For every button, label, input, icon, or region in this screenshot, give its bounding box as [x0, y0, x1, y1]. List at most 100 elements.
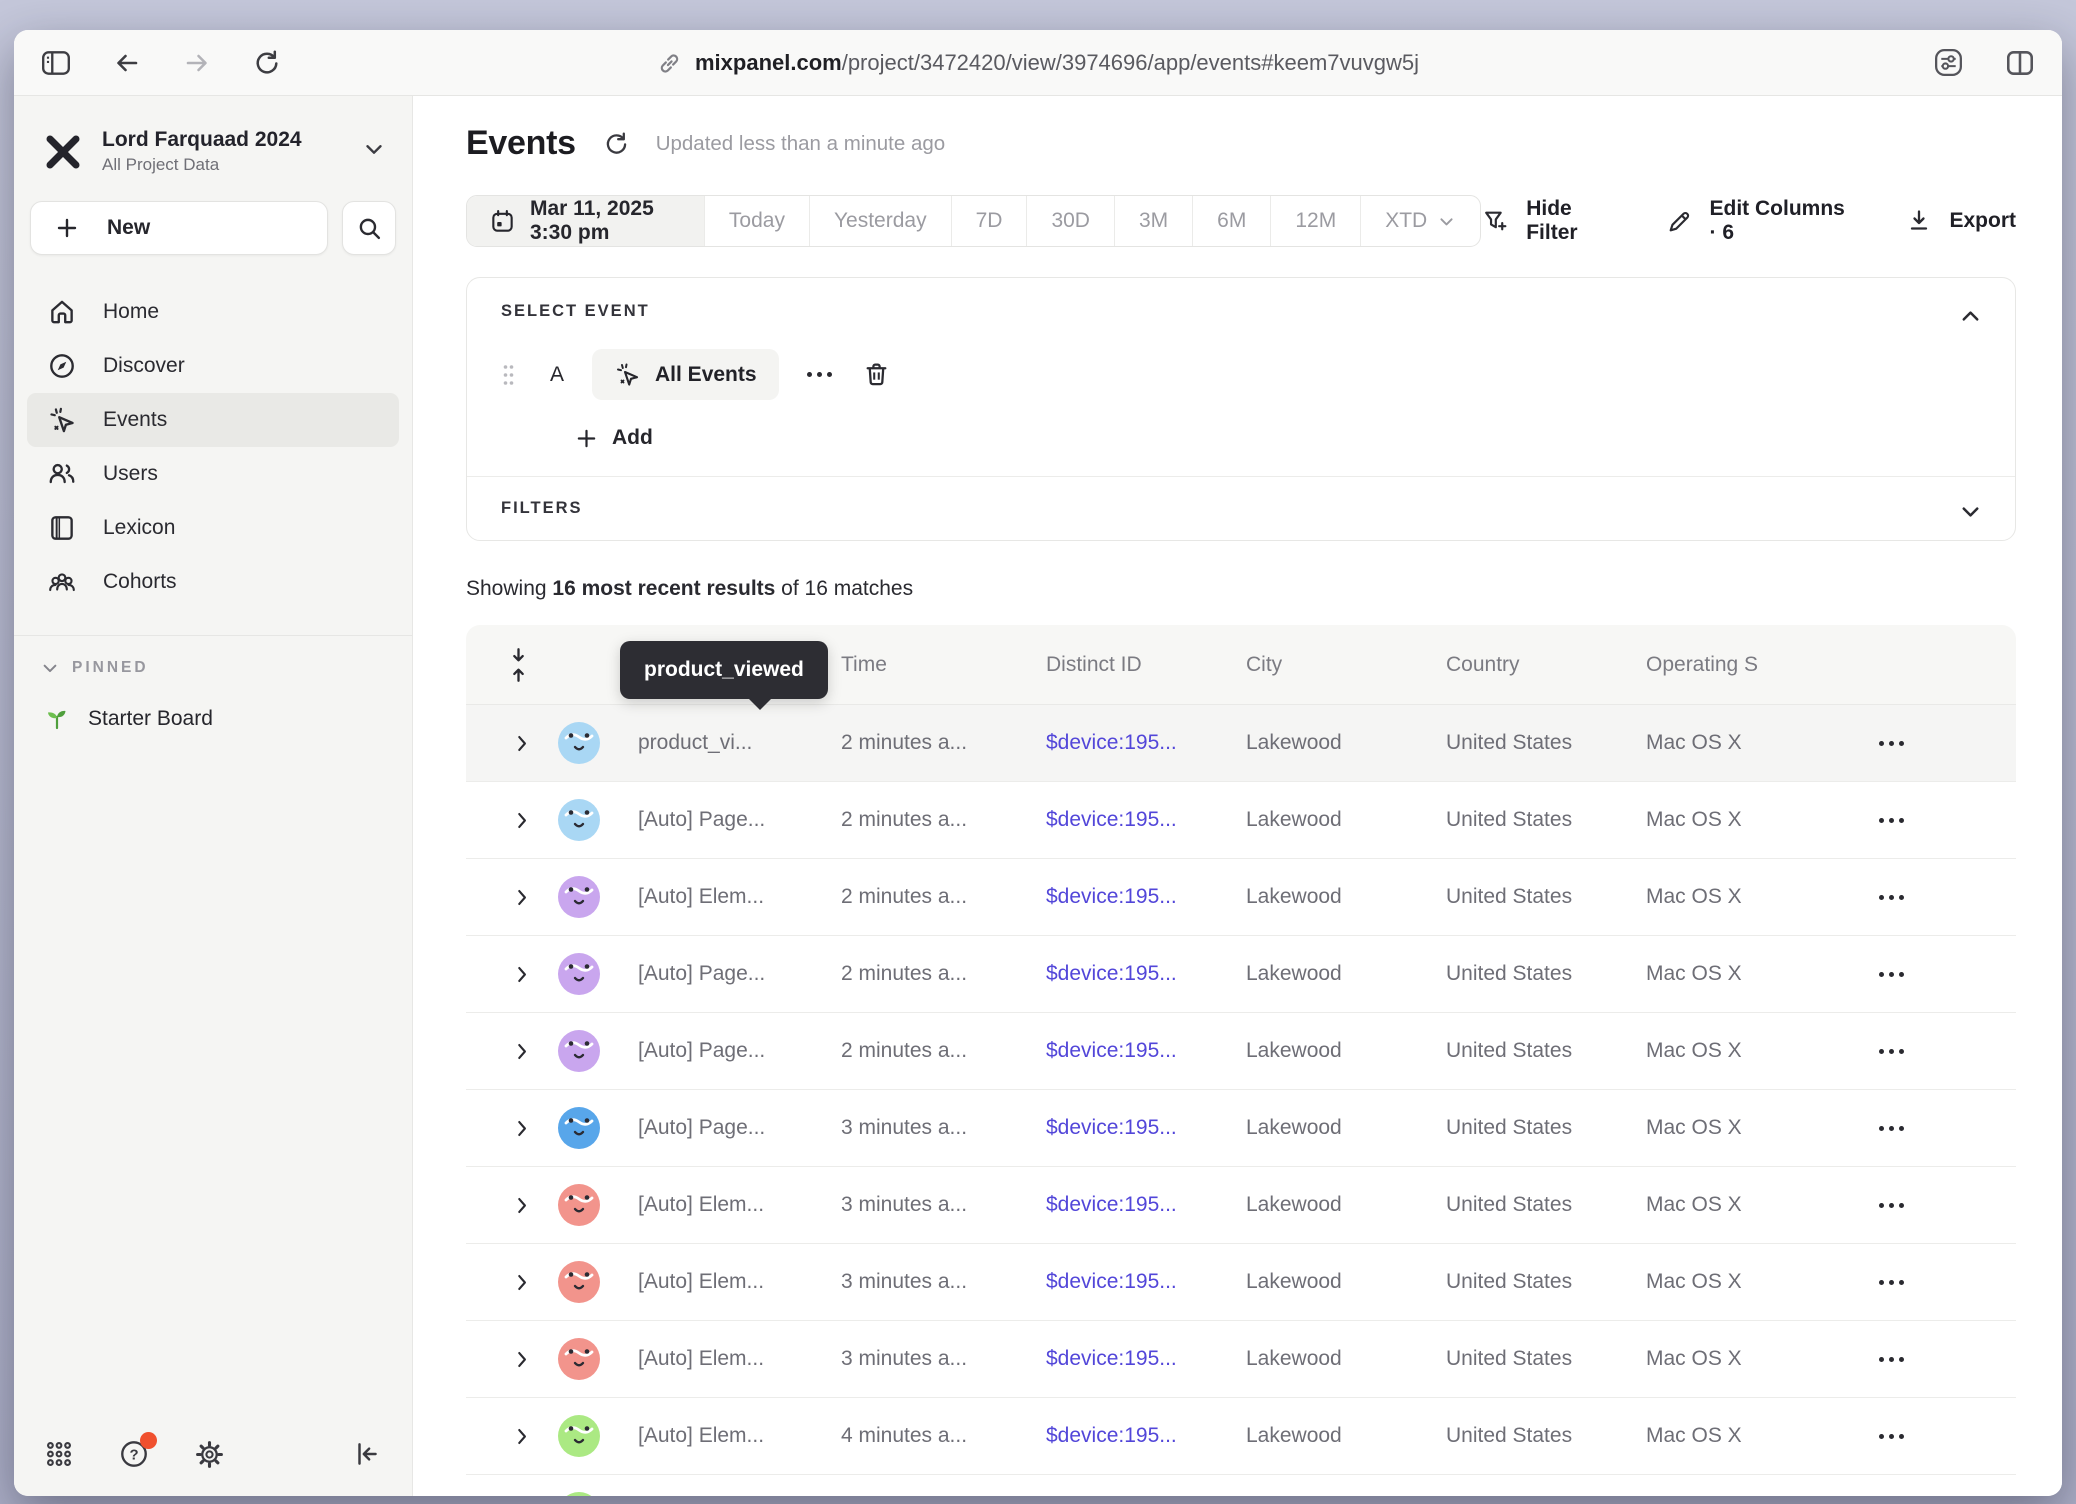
- row-actions-icon[interactable]: [1831, 741, 2016, 746]
- apps-grid-icon[interactable]: [44, 1439, 74, 1469]
- distinct-id-link[interactable]: $device:195...: [1046, 885, 1246, 909]
- row-actions-icon[interactable]: [1831, 1357, 2016, 1362]
- hide-filter-label: Hide Filter: [1526, 197, 1616, 245]
- distinct-id-link[interactable]: $device:195...: [1046, 1039, 1246, 1063]
- url-bar[interactable]: mixpanel.com/project/3472420/view/397469…: [657, 30, 1419, 96]
- chevron-down-icon[interactable]: [1958, 499, 1983, 524]
- event-avatar: [558, 1261, 600, 1303]
- refresh-icon[interactable]: [602, 130, 630, 158]
- table-row[interactable]: [Auto] Elem... 2 minutes a... $device:19…: [466, 859, 2016, 936]
- search-button[interactable]: [342, 201, 396, 255]
- row-actions-icon[interactable]: [1831, 1280, 2016, 1285]
- notification-dot: [140, 1432, 157, 1449]
- sort-icon[interactable]: [508, 647, 546, 683]
- column-header-country[interactable]: Country: [1446, 653, 1646, 677]
- expand-row-icon[interactable]: [512, 1272, 546, 1293]
- date-picker-button[interactable]: Mar 11, 2025 3:30 pm: [467, 196, 704, 246]
- range-yesterday[interactable]: Yesterday: [809, 196, 951, 246]
- row-actions-icon[interactable]: [1831, 1049, 2016, 1054]
- row-actions-icon[interactable]: [1831, 972, 2016, 977]
- forward-icon[interactable]: [182, 48, 212, 78]
- sidebar-item-cohorts[interactable]: Cohorts: [27, 555, 399, 609]
- expand-row-icon[interactable]: [512, 1118, 546, 1139]
- project-switcher[interactable]: Lord Farquaad 2024 All Project Data: [14, 120, 412, 183]
- range-6m[interactable]: 6M: [1192, 196, 1270, 246]
- expand-row-icon[interactable]: [512, 733, 546, 754]
- row-actions-icon[interactable]: [1831, 1126, 2016, 1131]
- table-row[interactable]: [Auto] Page... 2 minutes a... $device:19…: [466, 782, 2016, 859]
- event-clause-row: A All Events: [501, 349, 1981, 400]
- range-7d[interactable]: 7D: [951, 196, 1027, 246]
- row-actions-icon[interactable]: [1831, 1203, 2016, 1208]
- city-value: Lakewood: [1246, 1116, 1446, 1140]
- column-header-os[interactable]: Operating S: [1646, 653, 1831, 677]
- table-row[interactable]: [Auto] Elem... 3 minutes a... $device:19…: [466, 1167, 2016, 1244]
- distinct-id-link[interactable]: $device:195...: [1046, 1424, 1246, 1448]
- expand-row-icon[interactable]: [512, 964, 546, 985]
- distinct-id-link[interactable]: $device:195...: [1046, 1193, 1246, 1217]
- select-event-label: SELECT EVENT: [501, 302, 1981, 321]
- split-view-icon[interactable]: [2004, 47, 2036, 79]
- range-12m[interactable]: 12M: [1270, 196, 1360, 246]
- sidebar-item-lexicon[interactable]: Lexicon: [27, 501, 399, 555]
- tune-icon[interactable]: [1931, 45, 1966, 80]
- pinned-section-header[interactable]: PINNED: [14, 636, 412, 684]
- expand-row-icon[interactable]: [512, 887, 546, 908]
- distinct-id-link[interactable]: $device:195...: [1046, 962, 1246, 986]
- column-header-distinct-id[interactable]: Distinct ID: [1046, 653, 1246, 677]
- event-selector-chip[interactable]: All Events: [592, 349, 779, 400]
- range-3m[interactable]: 3M: [1114, 196, 1192, 246]
- country-value: United States: [1446, 1347, 1646, 1371]
- row-actions-icon[interactable]: [1831, 895, 2016, 900]
- table-row[interactable]: product_vi... 2 minutes a... $device:195…: [466, 705, 2016, 782]
- table-row[interactable]: [Auto] Elem... 4 minutes a... $device:19…: [466, 1475, 2016, 1496]
- trash-icon[interactable]: [862, 360, 891, 389]
- more-options-icon[interactable]: [807, 372, 832, 377]
- sidebar-item-starter-board[interactable]: Starter Board: [14, 684, 412, 754]
- updated-status: Updated less than a minute ago: [656, 132, 945, 156]
- sidebar-item-discover[interactable]: Discover: [27, 339, 399, 393]
- expand-row-icon[interactable]: [512, 1041, 546, 1062]
- add-event-button[interactable]: Add: [575, 426, 1981, 450]
- table-row[interactable]: [Auto] Page... 3 minutes a... $device:19…: [466, 1090, 2016, 1167]
- back-icon[interactable]: [112, 48, 142, 78]
- reload-icon[interactable]: [252, 48, 282, 78]
- range-today[interactable]: Today: [704, 196, 809, 246]
- column-header-city[interactable]: City: [1246, 653, 1446, 677]
- column-header-time[interactable]: Time: [841, 653, 1046, 677]
- hide-filter-button[interactable]: Hide Filter: [1481, 197, 1616, 245]
- distinct-id-link[interactable]: $device:195...: [1046, 808, 1246, 832]
- distinct-id-link[interactable]: $device:195...: [1046, 1347, 1246, 1371]
- expand-row-icon[interactable]: [512, 810, 546, 831]
- chevron-up-icon[interactable]: [1958, 304, 1983, 329]
- collapse-sidebar-icon[interactable]: [352, 1439, 382, 1469]
- table-row[interactable]: [Auto] Elem... 3 minutes a... $device:19…: [466, 1244, 2016, 1321]
- sidebar-item-home[interactable]: Home: [27, 285, 399, 339]
- export-button[interactable]: Export: [1905, 207, 2016, 235]
- city-value: Lakewood: [1246, 962, 1446, 986]
- expand-row-icon[interactable]: [512, 1349, 546, 1370]
- table-row[interactable]: [Auto] Page... 2 minutes a... $device:19…: [466, 936, 2016, 1013]
- help-icon[interactable]: ?: [118, 1438, 150, 1470]
- table-row[interactable]: [Auto] Elem... 3 minutes a... $device:19…: [466, 1321, 2016, 1398]
- range-30d[interactable]: 30D: [1026, 196, 1114, 246]
- row-actions-icon[interactable]: [1831, 818, 2016, 823]
- table-row[interactable]: [Auto] Page... 2 minutes a... $device:19…: [466, 1013, 2016, 1090]
- distinct-id-link[interactable]: $device:195...: [1046, 1270, 1246, 1294]
- range-xtd[interactable]: XTD: [1360, 196, 1480, 246]
- row-actions-icon[interactable]: [1831, 1434, 2016, 1439]
- table-row[interactable]: [Auto] Elem... 4 minutes a... $device:19…: [466, 1398, 2016, 1475]
- drag-handle-icon[interactable]: [501, 363, 516, 387]
- distinct-id-link[interactable]: $device:195...: [1046, 1116, 1246, 1140]
- edit-columns-button[interactable]: Edit Columns · 6: [1665, 197, 1858, 245]
- sidebar-item-users[interactable]: Users: [27, 447, 399, 501]
- event-time: 3 minutes a...: [841, 1116, 1046, 1140]
- expand-row-icon[interactable]: [512, 1195, 546, 1216]
- expand-row-icon[interactable]: [512, 1426, 546, 1447]
- new-button[interactable]: New: [30, 201, 328, 255]
- sidebar-item-events[interactable]: Events: [27, 393, 399, 447]
- country-value: United States: [1446, 962, 1646, 986]
- gear-icon[interactable]: [194, 1439, 225, 1470]
- sidebar-toggle-icon[interactable]: [40, 48, 72, 78]
- distinct-id-link[interactable]: $device:195...: [1046, 731, 1246, 755]
